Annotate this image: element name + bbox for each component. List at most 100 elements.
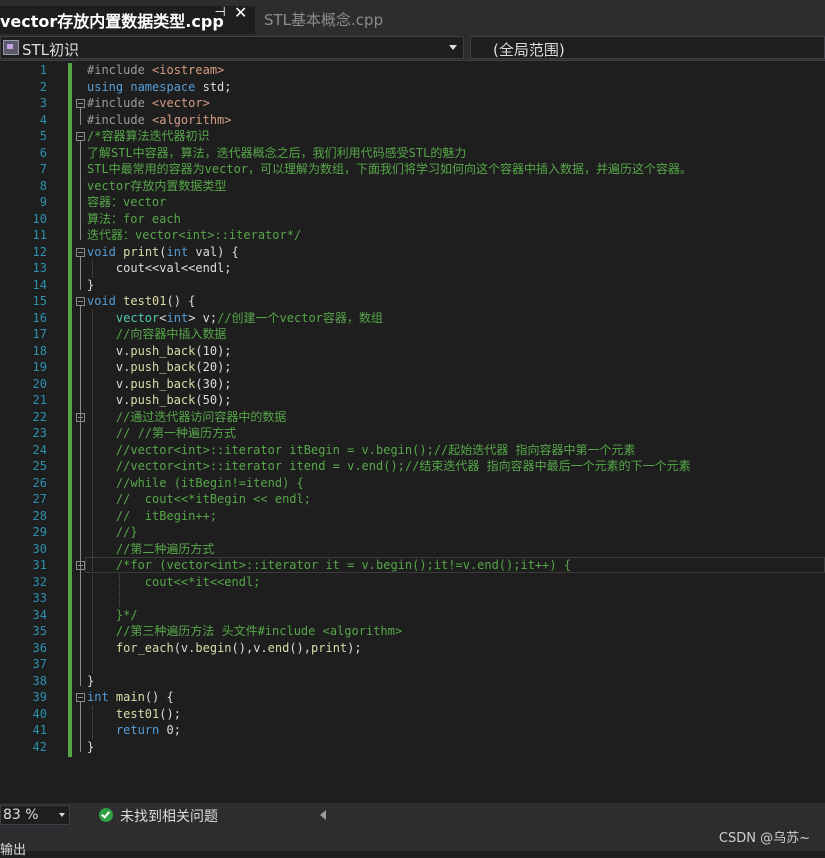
code-line[interactable]: 2 using namespace std;: [0, 79, 825, 96]
code-line[interactable]: 37: [0, 656, 825, 673]
code-editor[interactable]: 1 #include <iostream> 2 using namespace std…: [0, 61, 825, 801]
pin-icon[interactable]: ⊣: [213, 5, 227, 21]
code-line[interactable]: 17 //向容器中插入数据: [0, 326, 825, 343]
code-line[interactable]: 13 cout<<val<<endl;: [0, 260, 825, 277]
code-line[interactable]: 34 }*/: [0, 607, 825, 624]
close-icon[interactable]: ✕: [234, 3, 247, 22]
code-text: cout<<val<<endl;: [87, 261, 232, 275]
line-number: 35: [32, 624, 47, 638]
code-line[interactable]: 23 // //第一种遍历方式: [0, 425, 825, 442]
code-line[interactable]: 27 // cout<<*itBegin << endl;: [0, 491, 825, 508]
code-line[interactable]: 18 v.push_back(10);: [0, 343, 825, 360]
code-line[interactable]: 8 vector存放内置数据类型: [0, 178, 825, 195]
code-line[interactable]: 16 vector<int> v;//创建一个vector容器，数组: [0, 310, 825, 327]
chevron-down-icon[interactable]: [59, 813, 65, 817]
code-line[interactable]: 25 //vector<int>::iterator itend = v.end…: [0, 458, 825, 475]
line-number: 21: [32, 393, 47, 407]
code-line[interactable]: 40 test01();: [0, 706, 825, 723]
code-line[interactable]: 36 for_each(v.begin(),v.end(),print);: [0, 640, 825, 657]
code-line[interactable]: 22 //通过迭代器访问容器中的数据: [0, 409, 825, 426]
indent-guide: [92, 705, 94, 739]
code-text: //while (itBegin!=itend) {: [115, 475, 304, 490]
fold-toggle-icon[interactable]: [76, 247, 85, 257]
tab-inactive-title: STL基本概念.cpp: [264, 11, 384, 29]
code-text: for_each(v.begin(),v.end(),print);: [115, 640, 362, 655]
line-number: 38: [32, 673, 47, 688]
code-text: void test01() {: [87, 294, 196, 308]
code-line[interactable]: 30 //第二种遍历方式: [0, 541, 825, 558]
code-text: // itBegin++;: [115, 508, 218, 523]
code-line[interactable]: 38}: [0, 673, 825, 690]
code-line[interactable]: 42}: [0, 739, 825, 756]
code-line[interactable]: 39 int main() {: [0, 689, 825, 706]
line-number: 30: [32, 541, 47, 556]
code-line[interactable]: 12 void print(int val) {: [0, 244, 825, 261]
code-line[interactable]: 7 STL中最常用的容器为vector，可以理解为数组，下面我们将学习如何向这个容…: [0, 161, 825, 178]
line-number: 17: [32, 327, 47, 341]
code-line[interactable]: 4 #include <algorithm>: [0, 112, 825, 129]
code-text: using namespace std;: [87, 79, 232, 94]
line-number: 27: [32, 492, 47, 506]
code-text: //vector<int>::iterator itend = v.end();…: [115, 459, 691, 473]
code-line[interactable]: 35 //第三种遍历方法 头文件#include <algorithm>: [0, 623, 825, 640]
code-line[interactable]: 26 //while (itBegin!=itend) {: [0, 475, 825, 492]
code-line[interactable]: 24 //vector<int>::iterator itBegin = v.b…: [0, 442, 825, 459]
tab-inactive-file[interactable]: STL基本概念.cpp: [258, 8, 438, 32]
code-text: #include <vector>: [87, 96, 210, 110]
line-number: 13: [32, 261, 47, 275]
issues-status-text[interactable]: 未找到相关问题: [120, 806, 218, 826]
project-dropdown[interactable]: STL初识: [0, 36, 464, 59]
chevron-down-icon[interactable]: [449, 45, 457, 50]
code-line[interactable]: 29 //}: [0, 524, 825, 541]
code-line[interactable]: 9 容器：vector: [0, 194, 825, 211]
code-line[interactable]: 41 return 0;: [0, 722, 825, 739]
output-tab[interactable]: 输出: [0, 839, 26, 858]
line-number: 41: [32, 723, 47, 737]
code-line[interactable]: 19 v.push_back(20);: [0, 359, 825, 376]
current-line-highlight: [85, 557, 825, 573]
line-number: 10: [32, 211, 47, 226]
code-line[interactable]: 5 /*容器算法迭代器初识: [0, 128, 825, 145]
code-text: //向容器中插入数据: [115, 327, 227, 341]
code-line[interactable]: 15 void test01() {: [0, 293, 825, 310]
code-line[interactable]: 33: [0, 590, 825, 607]
line-number: 3: [39, 96, 47, 110]
code-line[interactable]: 1 #include <iostream>: [0, 62, 825, 79]
code-line[interactable]: 6 了解STL中容器，算法，迭代器概念之后，我们利用代码感受STL的魅力: [0, 145, 825, 162]
code-line[interactable]: 10 算法：for each: [0, 211, 825, 228]
code-text: }: [87, 277, 95, 292]
fold-toggle-icon[interactable]: [76, 132, 85, 141]
code-line[interactable]: 3 #include <vector>: [0, 95, 825, 112]
code-line[interactable]: 21 v.push_back(50);: [0, 392, 825, 409]
code-text: //}: [115, 525, 138, 539]
code-line[interactable]: 28 // itBegin++;: [0, 508, 825, 525]
code-text: //第二种遍历方式: [115, 541, 215, 556]
scope-dropdown[interactable]: (全局范围): [470, 36, 825, 59]
code-text: }: [87, 673, 95, 688]
line-number: 7: [39, 162, 47, 176]
fold-toggle-icon[interactable]: [76, 99, 85, 108]
code-text: v.push_back(10);: [87, 343, 232, 358]
code-text: 迭代器：vector<int>::iterator*/: [87, 228, 302, 242]
line-number: 18: [32, 343, 47, 358]
code-line[interactable]: 11 迭代器：vector<int>::iterator*/: [0, 227, 825, 244]
fold-toggle-icon[interactable]: [76, 693, 85, 702]
code-line[interactable]: 32 cout<<*it<<endl;: [0, 574, 825, 591]
code-text: #include <algorithm>: [87, 112, 232, 127]
zoom-dropdown[interactable]: 83 %: [0, 805, 70, 825]
scroll-left-icon[interactable]: [320, 810, 326, 820]
code-text: v.push_back(30);: [87, 376, 232, 391]
indent-guide: [92, 309, 94, 673]
code-line[interactable]: 20 v.push_back(30);: [0, 376, 825, 393]
line-number: 37: [32, 657, 47, 671]
code-text: 了解STL中容器，算法，迭代器概念之后，我们利用代码感受STL的魅力: [87, 145, 467, 160]
bottom-panel-header: 输出 CSDN @乌苏~: [0, 827, 825, 858]
fold-region-line: [80, 421, 81, 537]
fold-toggle-icon[interactable]: [76, 297, 85, 306]
code-line[interactable]: 14}: [0, 277, 825, 294]
line-number: 2: [39, 79, 47, 94]
line-number: 33: [32, 591, 47, 605]
line-number: 16: [32, 310, 47, 325]
navigation-bar: STL初识 (全局范围): [0, 36, 825, 61]
tab-active-title: vector存放内置数据类型.cpp: [0, 12, 224, 31]
